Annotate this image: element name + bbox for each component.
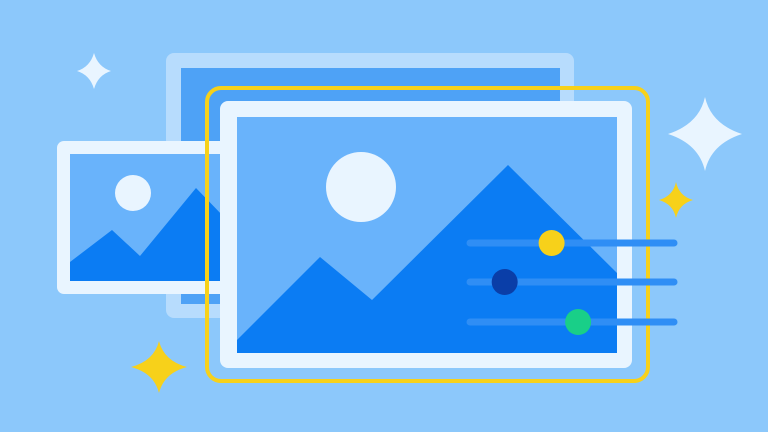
sparkle-icon	[659, 182, 693, 218]
sparkle-icon	[131, 341, 187, 393]
small-image-card	[57, 141, 237, 294]
main-image-sun	[326, 152, 396, 222]
sparkle-icon	[668, 97, 742, 171]
slider-knob[interactable]	[565, 309, 592, 335]
image-edit-illustration	[57, 53, 742, 393]
illustration-canvas	[0, 0, 768, 432]
slider-knob[interactable]	[491, 269, 518, 295]
sparkle-icon	[77, 53, 111, 89]
slider-knob[interactable]	[538, 230, 565, 256]
small-image-sun	[115, 175, 151, 211]
slider-controls	[466, 230, 678, 335]
